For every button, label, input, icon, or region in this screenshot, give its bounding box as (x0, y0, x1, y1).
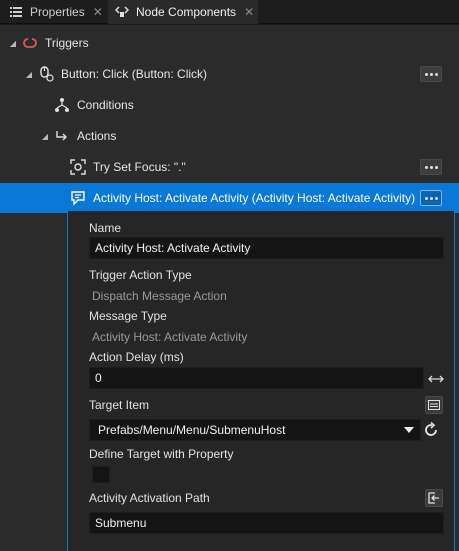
tab-properties-label: Properties (30, 5, 85, 19)
more-options-button[interactable] (420, 190, 442, 206)
tree-item-activity-host-activate[interactable]: Activity Host: Activate Activity (Activi… (0, 183, 459, 213)
drag-value-icon[interactable] (428, 371, 444, 387)
message-action-icon (70, 190, 86, 206)
click-icon (38, 66, 54, 82)
tab-node-components-label: Node Components (136, 5, 237, 19)
expanded-arrow-icon[interactable]: ◢ (8, 38, 18, 48)
list-icon (8, 4, 24, 20)
tree-item-label: Try Set Focus: "." (93, 160, 186, 174)
node-components-panel: ◢ Triggers ◢ Button: Click (Button: Clic… (0, 25, 459, 551)
tree-item-label: Conditions (77, 98, 134, 112)
tree-item-actions[interactable]: ◢ Actions (0, 121, 459, 151)
name-field[interactable]: Activity Host: Activate Activity (89, 237, 444, 259)
conditions-icon (54, 97, 70, 113)
tree-item-label: Actions (77, 129, 117, 143)
trigger-action-type-label: Trigger Action Type (89, 268, 192, 282)
action-delay-value: 0 (95, 371, 102, 385)
tree-item-button-click[interactable]: ◢ Button: Click (Button: Click) (0, 59, 459, 89)
tab-bar: Properties ✕ Node Components ✕ (0, 0, 459, 24)
more-options-button[interactable] (420, 159, 442, 175)
action-properties: Name Activity Host: Activate Activity Tr… (67, 211, 455, 551)
close-icon[interactable]: ✕ (93, 5, 103, 19)
item-picker-button[interactable] (425, 396, 443, 414)
chevron-down-icon (404, 427, 414, 433)
message-type-value: Activity Host: Activate Activity (92, 330, 248, 344)
expanded-arrow-icon[interactable]: ◢ (40, 131, 50, 141)
activation-path-field[interactable]: Submenu (89, 512, 444, 534)
expanded-arrow-icon[interactable]: ◢ (24, 69, 34, 79)
node-components-icon (114, 4, 130, 20)
tab-node-components[interactable]: Node Components ✕ (108, 0, 258, 24)
trigger-action-type-value: Dispatch Message Action (92, 289, 227, 303)
tree-item-triggers[interactable]: ◢ Triggers (0, 28, 459, 58)
name-field-value: Activity Host: Activate Activity (95, 241, 251, 255)
actions-icon (54, 128, 70, 144)
close-icon[interactable]: ✕ (244, 5, 254, 19)
name-label: Name (89, 221, 122, 235)
message-type-label: Message Type (89, 309, 167, 323)
target-item-label: Target Item (89, 398, 150, 412)
target-item-value: Prefabs/Menu/Menu/SubmenuHost (98, 423, 286, 437)
action-delay-label: Action Delay (ms) (89, 350, 184, 364)
activation-path-value: Submenu (95, 516, 147, 530)
activation-path-label: Activity Activation Path (89, 491, 210, 505)
tree-item-label: Activity Host: Activate Activity (Activi… (93, 191, 416, 205)
define-target-label: Define Target with Property (89, 447, 234, 461)
tree-item-label: Button: Click (Button: Click) (61, 67, 208, 81)
tab-properties[interactable]: Properties ✕ (4, 0, 106, 24)
more-options-button[interactable] (420, 66, 442, 82)
tree-item-label: Triggers (45, 36, 89, 50)
target-item-dropdown[interactable]: Prefabs/Menu/Menu/SubmenuHost (89, 419, 421, 441)
focus-icon (70, 159, 86, 175)
reset-icon[interactable] (423, 422, 439, 438)
trigger-icon (22, 35, 38, 51)
define-target-checkbox[interactable] (92, 466, 110, 483)
tree-item-try-set-focus[interactable]: Try Set Focus: "." (0, 152, 459, 182)
action-delay-field[interactable]: 0 (89, 367, 424, 389)
tree-item-conditions[interactable]: Conditions (0, 90, 459, 120)
bind-property-button[interactable] (425, 489, 443, 507)
